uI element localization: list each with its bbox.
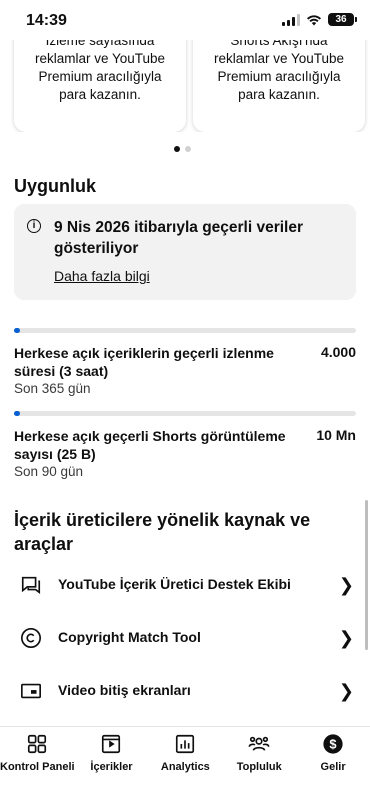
nav-label: Analytics xyxy=(160,761,210,773)
nav-label: Kontrol Paneli xyxy=(0,761,75,773)
metric-target: 4.000 xyxy=(320,344,356,360)
svg-text:$: $ xyxy=(329,737,336,752)
feedback-chat-icon xyxy=(21,576,41,594)
end-screens-item[interactable]: Video bitiş ekranları ❯ xyxy=(0,668,370,716)
resource-label: Video bitiş ekranları xyxy=(58,682,191,698)
cellular-signal-icon xyxy=(282,13,300,26)
info-text: 9 Nis 2026 itibarıyla geçerli veriler gö… xyxy=(54,219,304,257)
earn-icon: $ xyxy=(323,734,343,754)
resources-title: İçerik üreticilere yönelik kaynak ve ara… xyxy=(14,510,311,554)
progress-track xyxy=(14,411,356,416)
shorts-feed-card[interactable]: Shorts Akışı'nda reklamlar ve YouTube Pr… xyxy=(193,40,365,132)
metric-period: Son 90 gün xyxy=(14,464,84,479)
progress-fill xyxy=(14,411,20,416)
battery-icon: 36 xyxy=(328,13,357,26)
chevron-right-icon: ❯ xyxy=(338,628,354,648)
metric-label: Herkese açık geçerli Shorts görüntüleme … xyxy=(14,428,286,462)
dashboard-icon xyxy=(28,734,47,754)
carousel-pagination xyxy=(174,146,191,152)
watch-page-card[interactable]: İzleme sayfasında reklamlar ve YouTube P… xyxy=(14,40,186,132)
progress-fill xyxy=(14,328,20,333)
nav-dashboard[interactable]: Kontrol Paneli xyxy=(0,727,75,800)
copyright-icon xyxy=(21,628,41,648)
status-bar: 14:39 36 xyxy=(0,0,370,40)
metric-label: Herkese açık içeriklerin geçerli izlenme… xyxy=(14,345,274,379)
shorts-views-metric: Herkese açık geçerli Shorts görüntüleme … xyxy=(14,411,356,481)
watch-hours-metric: Herkese açık içeriklerin geçerli izlenme… xyxy=(14,328,356,398)
resource-label: YouTube İçerik Üretici Destek Ekibi xyxy=(58,576,291,592)
eligibility-title: Uygunluk xyxy=(14,176,97,196)
nav-earn[interactable]: $ Gelir xyxy=(296,727,370,800)
card-text: Shorts Akışı'nda reklamlar ve YouTube Pr… xyxy=(213,40,345,102)
scrollbar[interactable] xyxy=(365,500,368,650)
page-dot-active[interactable] xyxy=(174,146,180,152)
progress-track xyxy=(14,328,356,333)
page-dot[interactable] xyxy=(185,146,191,152)
copyright-match-tool-item[interactable]: Copyright Match Tool ❯ xyxy=(0,615,370,663)
bottom-navigation: Kontrol Paneli İçerikler Analytics Toplu… xyxy=(0,726,370,800)
nav-analytics[interactable]: Analytics xyxy=(148,727,222,800)
card-text: İzleme sayfasında reklamlar ve YouTube P… xyxy=(34,40,166,102)
end-screen-icon xyxy=(21,683,41,699)
community-icon xyxy=(248,736,270,751)
chevron-right-icon: ❯ xyxy=(338,681,354,701)
status-time: 14:39 xyxy=(26,12,67,29)
nav-content[interactable]: İçerikler xyxy=(75,727,149,800)
content-icon xyxy=(102,734,121,754)
resource-label: Copyright Match Tool xyxy=(58,629,201,645)
analytics-icon xyxy=(176,734,195,754)
battery-level: 36 xyxy=(335,14,347,25)
metric-period: Son 365 gün xyxy=(14,381,91,396)
nav-label: Topluluk xyxy=(236,761,282,773)
nav-label: İçerikler xyxy=(90,761,133,773)
nav-label: Gelir xyxy=(320,761,346,773)
creator-support-item[interactable]: YouTube İçerik Üretici Destek Ekibi ❯ xyxy=(0,562,370,610)
chevron-right-icon: ❯ xyxy=(338,575,354,595)
learn-more-link[interactable]: Daha fazla bilgi xyxy=(54,268,150,284)
monetization-carousel[interactable]: İzleme sayfasında reklamlar ve YouTube P… xyxy=(0,40,370,132)
status-icons: 36 xyxy=(282,13,357,26)
wifi-icon xyxy=(307,14,321,25)
info-icon: i xyxy=(27,219,41,233)
metric-target: 10 Mn xyxy=(316,427,356,443)
data-date-info-box: i 9 Nis 2026 itibarıyla geçerli veriler … xyxy=(14,204,356,300)
nav-community[interactable]: Topluluk xyxy=(222,727,296,800)
